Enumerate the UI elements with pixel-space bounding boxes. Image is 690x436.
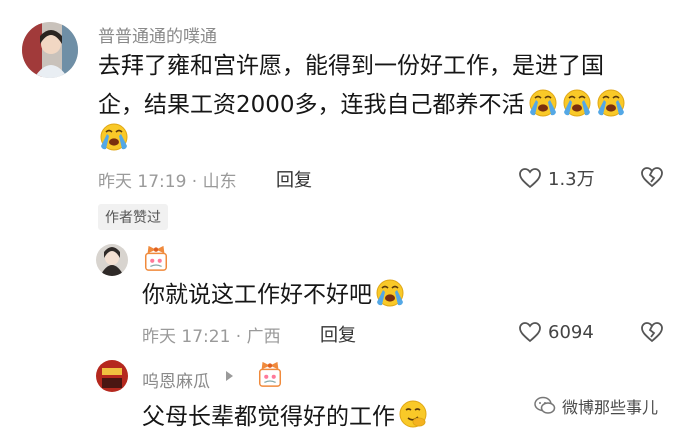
username[interactable]: 普普通通的噗通 — [98, 22, 217, 47]
user-level-badge-icon — [142, 244, 170, 272]
user-level-badge-icon — [256, 360, 284, 388]
reply-text-line: 你就说这工作好不好吧 — [142, 276, 406, 313]
reply-timestamp-location: 昨天 17:21 · 广西 — [142, 327, 281, 347]
like-button[interactable]: 1.3万 — [518, 165, 595, 191]
username[interactable]: 呜恩麻瓜 — [142, 367, 210, 392]
like-button[interactable]: 6094 — [518, 320, 594, 344]
reply-button[interactable]: 回复 — [276, 166, 312, 192]
author-liked-badge: 作者赞过 — [98, 204, 168, 230]
smirk-emoji-icon — [397, 398, 429, 430]
watermark-text: 微博那些事儿 — [562, 398, 659, 417]
user-avatar[interactable] — [22, 22, 78, 78]
crying-emoji-icon — [98, 120, 130, 152]
reply-button[interactable]: 回复 — [320, 321, 356, 347]
reply-text-line: 父母长辈都觉得好的工作 — [142, 398, 429, 435]
dislike-button[interactable] — [640, 165, 664, 193]
comment-text-line1: 去拜了雍和宫许愿，能得到一份好工作，是进了国 — [98, 53, 604, 79]
comment-text: 企，结果工资2000多，连我自己都养不活 — [98, 92, 525, 118]
wechat-icon — [534, 396, 556, 414]
reply-user-avatar[interactable] — [96, 360, 128, 392]
reply-user-avatar[interactable] — [96, 244, 128, 276]
comment-text-line2: 企，结果工资2000多，连我自己都养不活 — [98, 86, 627, 123]
like-count: 6094 — [548, 321, 594, 343]
crying-emoji-icon — [561, 86, 593, 118]
like-count: 1.3万 — [548, 169, 595, 190]
comment-timestamp-location: 昨天 17:19 · 山东 — [98, 172, 237, 192]
crying-emoji-icon — [527, 86, 559, 118]
heart-icon — [518, 166, 542, 190]
dislike-button[interactable] — [640, 320, 664, 348]
reply-text: 你就说这工作好不好吧 — [142, 282, 372, 308]
comment-text-line3 — [98, 120, 130, 157]
watermark: 微博那些事儿 — [534, 394, 658, 418]
broken-heart-icon — [640, 165, 664, 189]
crying-emoji-icon — [595, 86, 627, 118]
crying-emoji-icon — [374, 276, 406, 308]
reply-text: 父母长辈都觉得好的工作 — [142, 404, 395, 430]
reply-to-arrow-icon — [226, 371, 233, 381]
heart-icon — [518, 320, 542, 344]
broken-heart-icon — [640, 320, 664, 344]
